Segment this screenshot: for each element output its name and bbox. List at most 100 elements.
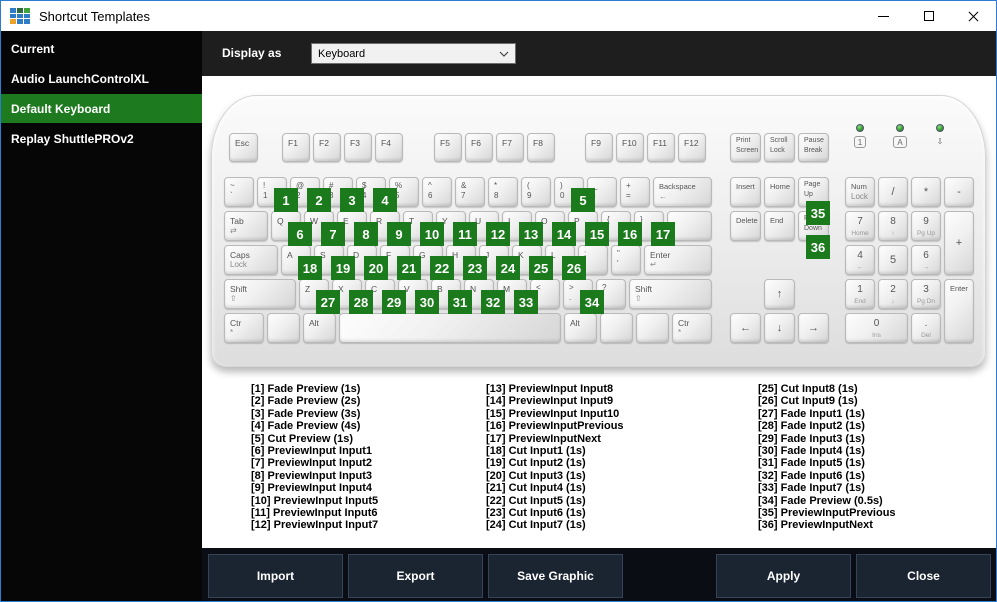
apply-button[interactable]: Apply	[716, 554, 851, 598]
kb-leds: 1 A ⇩	[845, 124, 955, 148]
shortcut-badge-32: 32	[481, 290, 505, 314]
legend-entry: [24] Cut Input7 (1s)	[486, 519, 586, 532]
key-1: ! 1 1	[257, 177, 298, 212]
display-as-value: Keyboard	[318, 47, 366, 60]
key-delete: Delete	[730, 211, 761, 241]
key-space	[339, 313, 561, 343]
close-icon	[967, 10, 980, 23]
legend-entry: [36] PreviewInputNext	[758, 519, 873, 532]
key-0: ) 0 5	[554, 177, 595, 212]
legend-entry: [5] Cut Preview (1s)	[251, 432, 354, 445]
legend-entry: [25] Cut Input8 (1s)	[758, 383, 858, 395]
shortcut-badge-14: 14	[552, 222, 576, 246]
export-button[interactable]: Export	[348, 554, 483, 598]
key-ctrl-left: Ctr *	[224, 313, 264, 343]
key-f1: F1	[282, 133, 310, 162]
shortcut-badge-30: 30	[415, 290, 439, 314]
key-f6: F6	[465, 133, 493, 162]
template-list: Current Audio LaunchControlXL Default Keyb…	[1, 31, 202, 601]
maximize-button[interactable]	[906, 1, 951, 31]
key-equals: + =	[620, 177, 650, 207]
import-button[interactable]: Import	[208, 554, 343, 598]
shortcut-badge-21: 21	[397, 256, 421, 280]
key-tab: Tab ⇄	[224, 211, 268, 241]
legend-column-2: [13] PreviewInput Input8 [14] PreviewInpu…	[486, 383, 721, 532]
window-body: Current Audio LaunchControlXL Default Keyb…	[1, 31, 996, 601]
display-as-label: Display as	[222, 46, 282, 60]
shortcut-badge-4: 4	[373, 188, 397, 212]
close-button[interactable]: Close	[856, 554, 991, 598]
title-bar: Shortcut Templates	[1, 1, 996, 31]
save-graphic-button[interactable]: Save Graphic	[488, 554, 623, 598]
key-win-left	[267, 313, 300, 343]
minimize-button[interactable]	[861, 1, 906, 31]
legend-entry: [32] Fade Input6 (1s)	[758, 469, 865, 482]
close-button[interactable]	[951, 1, 996, 31]
legend-column-1: [1] Fade Preview (1s) [2] Fade Preview (2…	[251, 383, 486, 532]
legend-entry: [20] Cut Input3 (1s)	[486, 469, 586, 482]
window-title: Shortcut Templates	[39, 8, 151, 24]
key-enter: Enter ↵	[644, 245, 712, 275]
sidebar-item-audio-launchcontrolxl[interactable]: Audio LaunchControlXL	[1, 64, 202, 93]
key-arrow-right: →	[798, 313, 829, 343]
footer-button-bar: Import Export Save Graphic Apply Close	[202, 548, 996, 601]
key-numpad-1: 1 End	[845, 279, 875, 309]
sidebar-item-replay-shuttleprov2[interactable]: Replay ShuttlePROv2	[1, 124, 202, 153]
key-f8: F8	[527, 133, 555, 162]
led-dot-icon	[856, 124, 864, 132]
shortcut-badge-19: 19	[331, 256, 355, 280]
key-f4: F4	[375, 133, 403, 162]
shortcut-badge-16: 16	[618, 222, 642, 246]
footer-left-group: Import Export Save Graphic	[208, 554, 623, 598]
key-arrow-left: ←	[730, 313, 761, 343]
key-apostrophe: " '	[611, 245, 641, 275]
key-numpad-4: 4 ←	[845, 245, 875, 275]
legend-entry: [13] PreviewInput Input8	[486, 383, 614, 395]
shortcut-badge-29: 29	[382, 290, 406, 314]
legend-entry: [15] PreviewInput Input10	[486, 407, 620, 420]
minimize-icon	[878, 15, 889, 17]
key-numpad-multiply: *	[911, 177, 941, 207]
content-area: Display as Keyboard Esc F1 F2 F3 F4 F5 F6 F7 F8 F…	[202, 31, 996, 601]
key-numpad-decimal: . Del	[911, 313, 941, 343]
legend-column-3: [25] Cut Input8 (1s) [26] Cut Input9 (1s)…	[758, 383, 993, 532]
legend-entry: [4] Fade Preview (4s)	[251, 420, 361, 433]
shortcut-badge-5: 5	[571, 188, 595, 212]
legend-entry: [10] PreviewInput Input5	[251, 494, 379, 507]
key-shift-left: Shift ⇧	[224, 279, 296, 309]
shortcut-badge-23: 23	[463, 256, 487, 280]
key-f2: F2	[313, 133, 341, 162]
key-ctrl-right: Ctr *	[672, 313, 712, 343]
shortcut-templates-window: Shortcut Templates Current Audio LaunchCo…	[0, 0, 997, 602]
chevron-down-icon	[499, 51, 509, 57]
key-9: (9	[521, 177, 551, 207]
sidebar-item-default-keyboard[interactable]: Default Keyboard	[1, 94, 202, 123]
shortcut-badge-26: 26	[562, 256, 586, 280]
led-dot-icon	[936, 124, 944, 132]
key-end: End	[764, 211, 795, 241]
footer-right-group: Apply Close	[716, 554, 991, 598]
key-menu	[636, 313, 669, 343]
key-period: >. 34	[563, 279, 604, 314]
key-f7: F7	[496, 133, 524, 162]
shortcut-badge-13: 13	[519, 222, 543, 246]
key-6: ^ 6	[422, 177, 452, 207]
key-f12: F12	[678, 133, 706, 162]
shortcut-badge-25: 25	[529, 256, 553, 280]
shortcut-badge-34: 34	[580, 290, 604, 314]
legend-entry: [8] PreviewInput Input3	[251, 469, 373, 482]
display-as-dropdown[interactable]: Keyboard	[311, 43, 516, 64]
legend-entry: [2] Fade Preview (2s)	[251, 395, 361, 408]
led-indicator-blank: ⇩	[925, 124, 955, 148]
key-page-up: Page Up 35	[798, 177, 830, 225]
template-preview: Esc F1 F2 F3 F4 F5 F6 F7 F8 F9 F10 F11 F12 Print Scree…	[202, 76, 996, 548]
led-symbol-icon: 1	[853, 136, 867, 148]
key-numpad-7: 7 Home	[845, 211, 875, 241]
key-arrow-down: ↓	[764, 313, 795, 343]
sidebar-item-current[interactable]: Current	[1, 34, 202, 63]
key-f9: F9	[585, 133, 613, 162]
shortcut-badge-1: 1	[274, 188, 298, 212]
key-f11: F11	[647, 133, 675, 162]
shortcut-badge-20: 20	[364, 256, 388, 280]
key-caps-lock: Caps Lock	[224, 245, 278, 275]
